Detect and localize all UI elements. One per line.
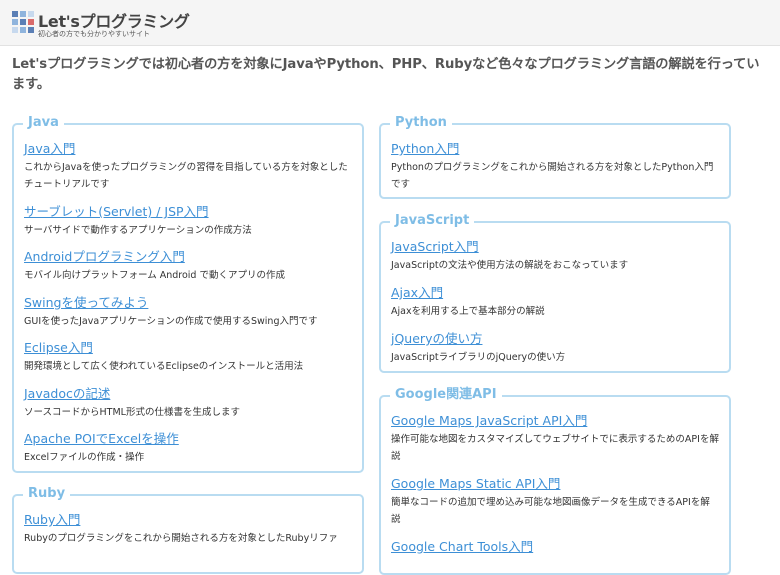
javascript-intro-link[interactable]: JavaScript入門 xyxy=(391,238,719,255)
list-item: Androidプログラミング入門 モバイル向けプラットフォーム Android … xyxy=(24,248,352,284)
list-item: Swingを使ってみよう GUIを使ったJavaアプリケーションの作成で使用する… xyxy=(24,294,352,330)
item-description: これからJavaを使ったプログラミングの習得を目指している方を対象としたチュート… xyxy=(24,162,348,190)
list-item: Ajax入門 Ajaxを利用する上で基本部分の解説 xyxy=(391,284,719,320)
logo-subtitle: 初心者の方でも分かりやすいサイト xyxy=(38,30,150,38)
section-java: Java Java入門 これからJavaを使ったプログラミングの習得を目指してい… xyxy=(12,115,364,473)
item-description: Rubyのプログラミングをこれから開始される方を対象としたRubyリファ xyxy=(24,533,338,544)
google-chart-tools-link[interactable]: Google Chart Tools入門 xyxy=(391,538,719,555)
item-description: Pythonのプログラミングをこれから開始される方を対象としたPython入門で… xyxy=(391,162,714,190)
item-description: ソースコードからHTML形式の仕様書を生成します xyxy=(24,407,240,418)
list-item: Ruby入門 Rubyのプログラミングをこれから開始される方を対象としたRuby… xyxy=(24,511,352,547)
python-intro-link[interactable]: Python入門 xyxy=(391,140,719,157)
android-link[interactable]: Androidプログラミング入門 xyxy=(24,248,352,265)
section-google-api: Google関連API Google Maps JavaScript API入門… xyxy=(379,387,731,575)
javadoc-link[interactable]: Javadocの記述 xyxy=(24,385,352,402)
list-item: Google Maps Static API入門 簡単なコードの追加で埋め込み可… xyxy=(391,475,719,528)
item-description: モバイル向けプラットフォーム Android で動くアプリの作成 xyxy=(24,270,285,281)
item-description: 操作可能な地図をカスタマイズしてウェブサイトでに表示するためのAPIを解説 xyxy=(391,434,719,462)
section-title-javascript: JavaScript xyxy=(390,213,475,229)
section-title-ruby: Ruby xyxy=(23,486,71,502)
item-description: JavaScriptライブラリのjQueryの使い方 xyxy=(391,352,566,363)
item-description: GUIを使ったJavaアプリケーションの作成で使用するSwing入門です xyxy=(24,316,318,327)
ruby-intro-link[interactable]: Ruby入門 xyxy=(24,511,352,528)
list-item: Eclipse入門 開発環境として広く使われているEclipseのインストールと… xyxy=(24,339,352,375)
item-description: 簡単なコードの追加で埋め込み可能な地図画像データを生成できるAPIを解説 xyxy=(391,497,710,525)
jquery-link[interactable]: jQueryの使い方 xyxy=(391,330,719,347)
swing-link[interactable]: Swingを使ってみよう xyxy=(24,294,352,311)
section-ruby: Ruby Ruby入門 Rubyのプログラミングをこれから開始される方を対象とし… xyxy=(12,486,364,574)
list-item: Python入門 Pythonのプログラミングをこれから開始される方を対象とした… xyxy=(391,140,719,193)
list-item: Java入門 これからJavaを使ったプログラミングの習得を目指している方を対象… xyxy=(24,140,352,193)
list-item: Apache POIでExcelを操作 Excelファイルの作成・操作 xyxy=(24,430,352,466)
servlet-jsp-link[interactable]: サーブレット(Servlet) / JSP入門 xyxy=(24,203,352,220)
apache-poi-link[interactable]: Apache POIでExcelを操作 xyxy=(24,430,352,447)
item-description: Excelファイルの作成・操作 xyxy=(24,452,145,463)
list-item: Google Maps JavaScript API入門 操作可能な地図をカスタ… xyxy=(391,412,719,465)
grid-logo-icon xyxy=(12,11,34,33)
google-maps-static-link[interactable]: Google Maps Static API入門 xyxy=(391,475,719,492)
section-python: Python Python入門 Pythonのプログラミングをこれから開始される… xyxy=(379,115,731,199)
intro-text: Let'sプログラミングでは初心者の方を対象にJavaやPython、PHP、R… xyxy=(12,57,760,92)
item-description: サーバサイドで動作するアプリケーションの作成方法 xyxy=(24,225,252,236)
section-title-google-api: Google関連API xyxy=(390,387,502,403)
list-item: JavaScript入門 JavaScriptの文法や使用方法の解説をおこなって… xyxy=(391,238,719,274)
site-header: Let'sプログラミング 初心者の方でも分かりやすいサイト xyxy=(0,0,780,46)
list-item: jQueryの使い方 JavaScriptライブラリのjQueryの使い方 xyxy=(391,330,719,366)
google-maps-js-link[interactable]: Google Maps JavaScript API入門 xyxy=(391,412,719,429)
item-description: JavaScriptの文法や使用方法の解説をおこなっています xyxy=(391,260,629,271)
item-description: Ajaxを利用する上で基本部分の解説 xyxy=(391,306,545,317)
list-item: サーブレット(Servlet) / JSP入門 サーバサイドで動作するアプリケー… xyxy=(24,203,352,239)
section-title-java: Java xyxy=(23,115,64,131)
list-item: Javadocの記述 ソースコードからHTML形式の仕様書を生成します xyxy=(24,385,352,421)
java-intro-link[interactable]: Java入門 xyxy=(24,140,352,157)
section-javascript: JavaScript JavaScript入門 JavaScriptの文法や使用… xyxy=(379,213,731,373)
ajax-link[interactable]: Ajax入門 xyxy=(391,284,719,301)
eclipse-link[interactable]: Eclipse入門 xyxy=(24,339,352,356)
item-description: 開発環境として広く使われているEclipseのインストールと活用法 xyxy=(24,361,304,372)
section-title-python: Python xyxy=(390,115,452,131)
site-logo[interactable]: Let'sプログラミング 初心者の方でも分かりやすいサイト xyxy=(12,8,190,40)
